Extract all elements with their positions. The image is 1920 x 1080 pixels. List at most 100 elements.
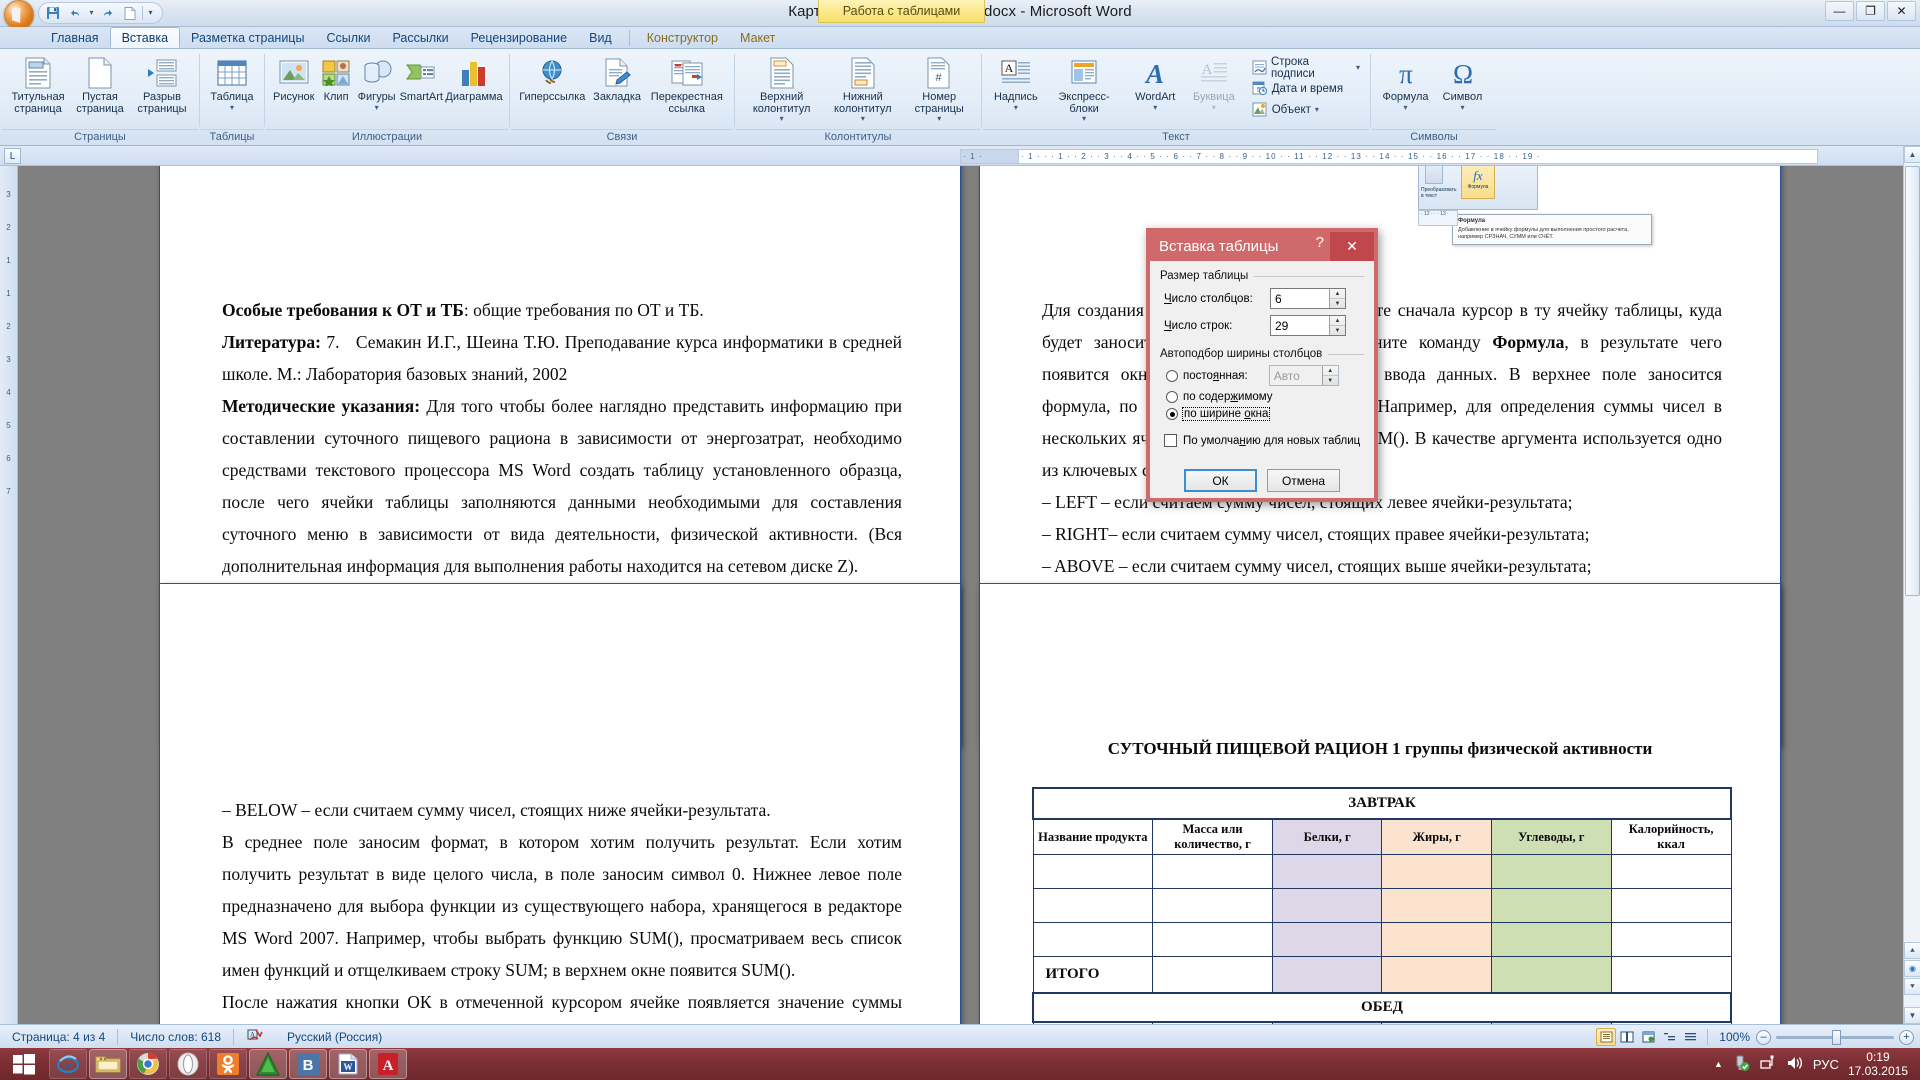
- cell[interactable]: [1610, 888, 1732, 923]
- tab-mailings[interactable]: Рассылки: [381, 27, 459, 48]
- word-taskbar-icon[interactable]: W: [329, 1049, 367, 1079]
- vkontakte-taskbar-icon[interactable]: B: [289, 1049, 327, 1079]
- cell[interactable]: [1610, 956, 1732, 993]
- tab-insert[interactable]: Вставка: [109, 27, 181, 48]
- cell[interactable]: [1271, 956, 1383, 993]
- usb-safely-remove-icon[interactable]: [1732, 1054, 1750, 1075]
- minimize-button[interactable]: —: [1825, 1, 1854, 21]
- zoom-out-button[interactable]: –: [1756, 1029, 1771, 1045]
- scroll-prev-page-icon[interactable]: ⯅: [1904, 942, 1920, 959]
- text-box-button[interactable]: A Надпись ▾: [989, 54, 1043, 112]
- select-browse-object-icon[interactable]: ◉: [1904, 960, 1920, 977]
- dialog-title-bar[interactable]: Вставка таблицы ? ✕: [1150, 232, 1374, 261]
- chevron-down-icon[interactable]: ▾: [230, 103, 234, 112]
- cell[interactable]: [1032, 888, 1154, 923]
- start-button[interactable]: [0, 1048, 48, 1080]
- autofit-contents-radio-row[interactable]: по содержимому: [1166, 391, 1364, 403]
- show-hidden-icons-icon[interactable]: ▲: [1714, 1059, 1723, 1069]
- scroll-thumb[interactable]: [1905, 166, 1920, 596]
- bookmark-button[interactable]: Закладка: [590, 54, 645, 104]
- rows-count-spinner[interactable]: ▲ ▼: [1270, 315, 1346, 336]
- cell[interactable]: [1152, 922, 1273, 957]
- zoom-track[interactable]: [1776, 1029, 1894, 1045]
- autofit-window-radio[interactable]: [1166, 408, 1178, 420]
- restore-button[interactable]: ❐: [1856, 1, 1885, 21]
- fixed-width-spin-up[interactable]: ▲: [1322, 366, 1338, 376]
- fixed-width-spin-down[interactable]: ▼: [1323, 376, 1338, 385]
- wordart-button[interactable]: A WordArt ▾: [1125, 54, 1185, 112]
- fixed-width-input[interactable]: [1269, 366, 1322, 385]
- language-indicator[interactable]: Русский (Россия): [275, 1025, 394, 1049]
- symbol-button[interactable]: Ω Символ ▾: [1435, 54, 1490, 112]
- table-row[interactable]: [1032, 922, 1732, 957]
- equation-button[interactable]: π Формула ▾: [1378, 54, 1433, 112]
- footer-button[interactable]: Нижний колонтитул ▾: [823, 54, 902, 123]
- cell[interactable]: [1271, 922, 1383, 957]
- explorer-taskbar-icon[interactable]: [89, 1049, 127, 1079]
- columns-spin-up[interactable]: ▲: [1330, 289, 1345, 299]
- cell[interactable]: [1381, 888, 1493, 923]
- default-for-new-tables-checkbox[interactable]: [1164, 434, 1177, 447]
- zoom-thumb[interactable]: [1832, 1029, 1841, 1045]
- table-row[interactable]: [1032, 854, 1732, 889]
- scroll-down-arrow[interactable]: ▼: [1904, 1007, 1920, 1024]
- chevron-down-icon[interactable]: ▾: [937, 115, 941, 123]
- ok-button[interactable]: ОК: [1184, 469, 1257, 492]
- avast-taskbar-icon[interactable]: [249, 1049, 287, 1079]
- zoom-level-label[interactable]: 100%: [1714, 1030, 1750, 1044]
- chart-button[interactable]: Диаграмма: [445, 54, 503, 104]
- opera-taskbar-icon[interactable]: [169, 1049, 207, 1079]
- tab-review[interactable]: Рецензирование: [460, 27, 579, 48]
- tab-design[interactable]: Конструктор: [636, 27, 729, 48]
- picture-button[interactable]: Рисунок: [272, 54, 316, 104]
- columns-count-input[interactable]: [1271, 289, 1329, 308]
- clipart-button[interactable]: Клип: [318, 54, 355, 104]
- columns-spin-down[interactable]: ▼: [1330, 299, 1345, 308]
- rows-count-input[interactable]: [1271, 316, 1329, 335]
- title-page-button[interactable]: Титульная страница: [8, 54, 68, 115]
- cell[interactable]: [1152, 888, 1273, 923]
- adobe-reader-taskbar-icon[interactable]: A: [369, 1049, 407, 1079]
- volume-icon[interactable]: [1786, 1054, 1804, 1075]
- signature-line-button[interactable]: Строка подписи ▾: [1249, 56, 1363, 80]
- cell[interactable]: [1610, 854, 1732, 889]
- smartart-button[interactable]: SmartArt: [399, 54, 444, 104]
- rows-spin-buttons[interactable]: ▲ ▼: [1329, 316, 1345, 335]
- tab-layout[interactable]: Макет: [729, 27, 786, 48]
- tab-page-layout[interactable]: Разметка страницы: [180, 27, 315, 48]
- document-canvas[interactable]: 3 2 1 1 2 3 4 5 6 7 Особые требования к …: [0, 166, 1920, 1024]
- shapes-button[interactable]: Фигуры ▾: [357, 54, 397, 112]
- formula-button-highlighted[interactable]: fx Формула: [1461, 166, 1495, 199]
- blank-page-button[interactable]: Пустая страница: [70, 54, 130, 115]
- internet-explorer-taskbar-icon[interactable]: e: [49, 1049, 87, 1079]
- header-button[interactable]: Верхний колонтитул ▾: [742, 54, 821, 123]
- clock[interactable]: 0:19 17.03.2015: [1848, 1050, 1908, 1078]
- default-for-new-tables-row[interactable]: По умолчанию для новых таблиц: [1164, 434, 1364, 447]
- outline-view-button[interactable]: [1659, 1028, 1679, 1046]
- close-button[interactable]: ✕: [1887, 1, 1916, 21]
- chevron-down-icon[interactable]: ▾: [861, 115, 865, 123]
- cell[interactable]: [1381, 956, 1493, 993]
- cell[interactable]: [1381, 854, 1493, 889]
- chevron-down-icon[interactable]: ▾: [1460, 103, 1464, 112]
- chevron-down-icon[interactable]: ▾: [1403, 103, 1407, 112]
- quick-parts-button[interactable]: Экспресс-блоки ▾: [1045, 54, 1124, 123]
- proofing-status[interactable]: A: [234, 1025, 275, 1049]
- chevron-down-icon[interactable]: ▾: [780, 115, 784, 123]
- chevron-down-icon[interactable]: ▾: [1082, 115, 1086, 123]
- chevron-down-icon[interactable]: ▾: [375, 103, 379, 112]
- cell[interactable]: [1271, 854, 1383, 889]
- fixed-width-spinner[interactable]: ▲ ▼: [1268, 365, 1339, 386]
- rows-spin-up[interactable]: ▲: [1330, 316, 1345, 326]
- rows-spin-down[interactable]: ▼: [1330, 326, 1345, 335]
- columns-spin-buttons[interactable]: ▲ ▼: [1329, 289, 1345, 308]
- cell[interactable]: [1491, 888, 1612, 923]
- drop-cap-button[interactable]: A Буквица ▾: [1187, 54, 1241, 112]
- word-count-indicator[interactable]: Число слов: 618: [118, 1025, 233, 1049]
- columns-count-spinner[interactable]: ▲ ▼: [1270, 288, 1346, 309]
- fixed-width-radio[interactable]: [1166, 369, 1178, 382]
- nutrition-table[interactable]: ЗАВТРАК Название продукта Масса или коли…: [1032, 787, 1732, 1024]
- autofit-window-radio-row[interactable]: по ширине окна: [1166, 407, 1364, 421]
- cancel-button[interactable]: Отмена: [1267, 469, 1340, 492]
- page-break-button[interactable]: Разрыв страницы: [132, 54, 192, 115]
